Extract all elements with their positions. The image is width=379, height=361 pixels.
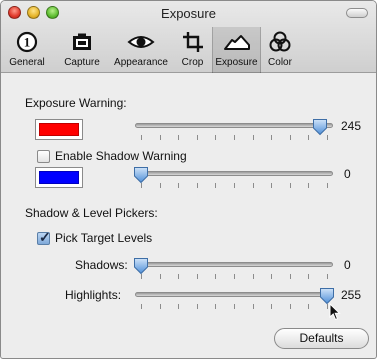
slider-track bbox=[135, 171, 333, 176]
slider-ticks bbox=[135, 183, 333, 188]
slider-ticks bbox=[135, 304, 333, 309]
slider-tick bbox=[196, 274, 198, 279]
slider-track bbox=[135, 262, 333, 267]
shadow-warning-value: 0 bbox=[344, 167, 351, 181]
camera-icon bbox=[55, 27, 109, 55]
slider-tick bbox=[327, 274, 328, 279]
crop-icon bbox=[174, 27, 211, 55]
pick-target-levels-label[interactable]: Pick Target Levels bbox=[55, 231, 152, 245]
info-circle-icon: 1 bbox=[1, 27, 53, 55]
slider-ticks bbox=[135, 274, 333, 279]
highlights-value: 255 bbox=[341, 288, 362, 302]
tab-label: Color bbox=[268, 57, 292, 68]
tab-crop[interactable]: Crop bbox=[174, 27, 211, 73]
slider-tick bbox=[271, 304, 273, 309]
slider-tick bbox=[178, 304, 180, 309]
slider-tick bbox=[196, 135, 198, 140]
title-bar: Exposure 1 General Capture Appearance Cr… bbox=[1, 1, 376, 73]
preferences-window: Exposure 1 General Capture Appearance Cr… bbox=[0, 0, 377, 359]
highlights-slider[interactable] bbox=[135, 288, 334, 312]
slider-thumb[interactable] bbox=[133, 166, 149, 184]
slider-tick bbox=[159, 274, 161, 279]
slider-tick bbox=[196, 304, 198, 309]
mouse-pointer-icon bbox=[329, 302, 341, 326]
slider-tick bbox=[141, 304, 142, 309]
exposure-warning-heading: Exposure Warning: bbox=[25, 96, 127, 110]
slider-tick bbox=[289, 274, 291, 279]
tab-label: Capture bbox=[64, 57, 100, 68]
slider-tick bbox=[178, 183, 180, 188]
slider-tick bbox=[215, 135, 217, 140]
slider-tick bbox=[234, 135, 235, 140]
enable-shadow-warning-checkbox[interactable] bbox=[37, 150, 50, 163]
slider-tick bbox=[308, 135, 310, 140]
slider-tick bbox=[271, 183, 273, 188]
tab-label: Exposure bbox=[215, 57, 258, 68]
enable-shadow-warning-label[interactable]: Enable Shadow Warning bbox=[55, 149, 187, 163]
slider-tick bbox=[178, 274, 180, 279]
shadows-label: Shadows: bbox=[75, 258, 128, 272]
slider-tick bbox=[252, 135, 254, 140]
tab-label: Appearance bbox=[114, 57, 168, 68]
tab-color[interactable]: Color bbox=[262, 27, 298, 73]
slider-thumb[interactable] bbox=[133, 257, 149, 275]
eye-icon bbox=[109, 27, 173, 55]
exposure-warning-slider[interactable] bbox=[135, 119, 333, 143]
window-title: Exposure bbox=[161, 6, 216, 21]
exposure-warning-color-well[interactable] bbox=[35, 119, 83, 140]
slider-tick bbox=[308, 274, 310, 279]
slider-tick bbox=[159, 183, 161, 188]
slider-tick bbox=[215, 183, 217, 188]
slider-tick bbox=[308, 304, 310, 309]
highlights-label: Highlights: bbox=[65, 288, 122, 302]
shadow-warning-slider[interactable] bbox=[133, 166, 333, 191]
slider-track bbox=[135, 123, 333, 128]
shadow-warning-color-well[interactable] bbox=[35, 167, 83, 188]
pick-target-levels-checkbox[interactable]: ✓ bbox=[37, 229, 51, 245]
shadows-value: 0 bbox=[344, 258, 351, 272]
exposure-warning-color-fill bbox=[39, 123, 79, 136]
slider-tick bbox=[252, 183, 254, 188]
slider-tick bbox=[215, 304, 217, 309]
tab-label: Crop bbox=[181, 57, 204, 68]
slider-tick bbox=[215, 274, 217, 279]
slider-thumb[interactable] bbox=[312, 118, 328, 136]
slider-tick bbox=[327, 183, 328, 188]
slider-tick bbox=[289, 183, 291, 188]
tab-capture[interactable]: Capture bbox=[55, 27, 109, 73]
slider-tick bbox=[289, 304, 291, 309]
tab-exposure[interactable]: Exposure bbox=[212, 27, 261, 73]
slider-tick bbox=[271, 135, 273, 140]
slider-tick bbox=[234, 274, 235, 279]
svg-text:1: 1 bbox=[24, 35, 31, 50]
exposure-pane: Exposure Warning: 245 Enable Shadow Warn… bbox=[1, 74, 376, 358]
exposure-curve-icon bbox=[212, 27, 261, 55]
checkmark-icon: ✓ bbox=[39, 229, 51, 245]
slider-ticks bbox=[135, 135, 333, 140]
defaults-button[interactable]: Defaults bbox=[274, 328, 369, 349]
shadow-warning-color-fill bbox=[39, 171, 79, 184]
shadows-slider[interactable] bbox=[133, 257, 333, 282]
tab-appearance[interactable]: Appearance bbox=[109, 27, 173, 73]
slider-tick bbox=[308, 183, 310, 188]
tab-general[interactable]: 1 General bbox=[1, 27, 53, 73]
slider-tick bbox=[234, 304, 235, 309]
slider-tick bbox=[252, 274, 254, 279]
slider-tick bbox=[271, 274, 273, 279]
slider-tick bbox=[159, 135, 161, 140]
slider-tick bbox=[178, 135, 180, 140]
slider-track bbox=[135, 292, 333, 297]
tab-label: General bbox=[9, 57, 45, 68]
slider-tick bbox=[159, 304, 161, 309]
color-circles-icon bbox=[262, 27, 298, 55]
slider-tick bbox=[252, 304, 254, 309]
slider-tick bbox=[289, 135, 291, 140]
slider-tick bbox=[234, 183, 235, 188]
preferences-toolbar: 1 General Capture Appearance Crop Exposu… bbox=[1, 27, 376, 73]
slider-tick bbox=[141, 135, 142, 140]
toolbar-toggle-button[interactable] bbox=[346, 8, 368, 18]
slider-tick bbox=[196, 183, 198, 188]
pickers-heading: Shadow & Level Pickers: bbox=[25, 206, 158, 220]
exposure-warning-value: 245 bbox=[341, 119, 362, 133]
